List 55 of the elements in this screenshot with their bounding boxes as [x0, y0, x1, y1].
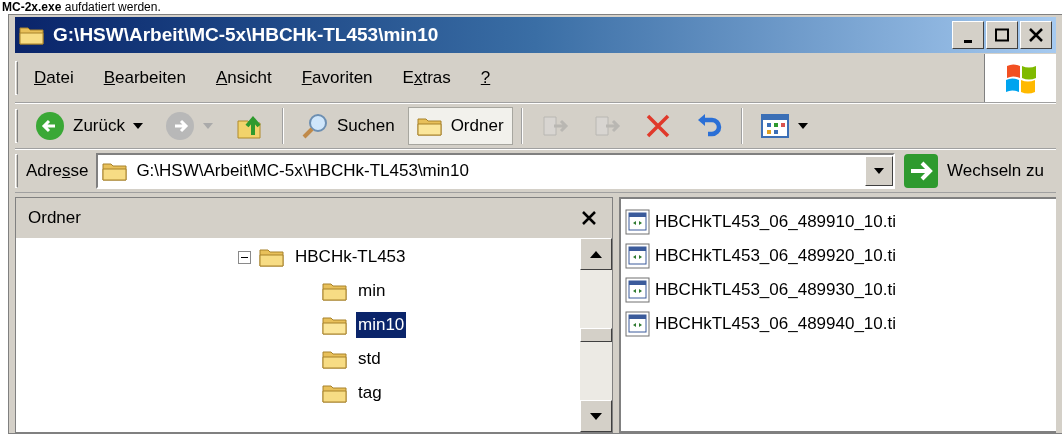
- close-icon: [1028, 28, 1044, 42]
- file-icon: [625, 209, 651, 235]
- folder-icon: [19, 24, 45, 46]
- file-icon: [625, 277, 651, 303]
- close-button[interactable]: [1020, 21, 1052, 49]
- folder-icon: [259, 246, 285, 268]
- tree-item[interactable]: HBCHk-TL453: [293, 244, 408, 270]
- menu-item[interactable]: Bearbeiten: [103, 64, 186, 91]
- caret-icon: [874, 168, 884, 174]
- address-label: Adresse: [26, 160, 89, 183]
- folder-icon: [322, 314, 348, 336]
- file-item[interactable]: HBCHkTL453_06_489910_10.ti: [625, 205, 1056, 239]
- scrollbar[interactable]: [580, 238, 612, 432]
- close-icon: [581, 210, 597, 226]
- collapse-toggle[interactable]: [238, 250, 251, 264]
- views-icon: [759, 112, 790, 140]
- maximize-icon: [994, 28, 1010, 42]
- dropdown-button[interactable]: [865, 156, 893, 186]
- arrow-down-icon: [590, 412, 602, 420]
- search-icon: [300, 112, 329, 140]
- folder-icon: [102, 160, 129, 182]
- file-icon: [625, 243, 651, 269]
- folder-icon: [322, 280, 348, 302]
- minimize-button[interactable]: [952, 21, 984, 49]
- search-button[interactable]: Suchen: [291, 107, 404, 145]
- folders-button[interactable]: Ordner: [407, 107, 513, 145]
- caption-text: MC-2x.exe aufdatiert werden.: [2, 0, 162, 14]
- folder-icon: [416, 115, 443, 137]
- tree-item[interactable]: std: [356, 346, 383, 372]
- file-icon: [625, 311, 651, 337]
- address-field[interactable]: G:\HSW\Arbeit\MC-5x\HBCHk-TL453\min10: [96, 153, 895, 189]
- scroll-up-button[interactable]: [580, 238, 612, 270]
- tree-item[interactable]: min10: [356, 312, 407, 338]
- menu-item[interactable]: Ansicht: [215, 64, 272, 91]
- arrow-right-icon: [903, 153, 939, 189]
- menu-item[interactable]: Datei: [34, 64, 74, 91]
- scroll-down-button[interactable]: [580, 400, 612, 432]
- folder-icon: [322, 382, 348, 404]
- go-button[interactable]: Wechseln zu: [903, 153, 1056, 189]
- tree-item[interactable]: tag: [356, 380, 384, 406]
- minimize-icon: [964, 40, 972, 43]
- pane-title: Ordner: [28, 207, 81, 230]
- arrow-up-icon: [590, 250, 602, 258]
- menu-item[interactable]: Extras: [402, 64, 451, 91]
- file-item[interactable]: HBCHkTL453_06_489920_10.ti: [625, 239, 1056, 273]
- file-item[interactable]: HBCHkTL453_06_489930_10.ti: [625, 273, 1056, 307]
- window-title: G:\HSW\Arbeit\MC-5x\HBCHk-TL453\min10: [53, 22, 440, 47]
- scrollbar-thumb[interactable]: [580, 328, 612, 342]
- menu-item[interactable]: Favoriten: [301, 64, 373, 91]
- tree-item[interactable]: min: [356, 278, 388, 304]
- file-item[interactable]: HBCHkTL453_06_489940_10.ti: [625, 307, 1056, 341]
- folder-icon: [322, 348, 348, 370]
- back-button[interactable]: Zurück: [26, 107, 152, 145]
- maximize-button[interactable]: [986, 21, 1018, 49]
- menu-item[interactable]: ?: [480, 64, 491, 91]
